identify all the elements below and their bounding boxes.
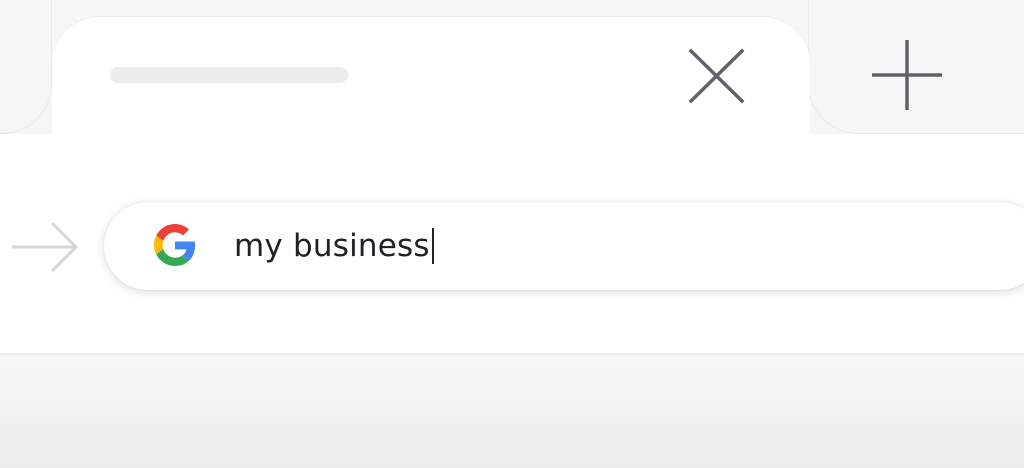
plus-icon [872, 40, 942, 110]
close-icon [688, 48, 745, 104]
text-caret [431, 227, 434, 264]
forward-button[interactable] [8, 220, 82, 274]
new-tab-button[interactable] [868, 38, 946, 112]
browser-window: my business [0, 0, 1024, 468]
omnibox-query-text: my business [234, 228, 430, 264]
omnibox-input[interactable]: my business [234, 224, 434, 268]
page-content-area [0, 355, 1024, 468]
tab-close-button[interactable] [686, 47, 746, 105]
tab-title-placeholder [110, 67, 348, 83]
google-g-icon [154, 224, 196, 266]
omnibox[interactable]: my business [104, 202, 1024, 290]
arrow-right-icon [12, 221, 79, 273]
